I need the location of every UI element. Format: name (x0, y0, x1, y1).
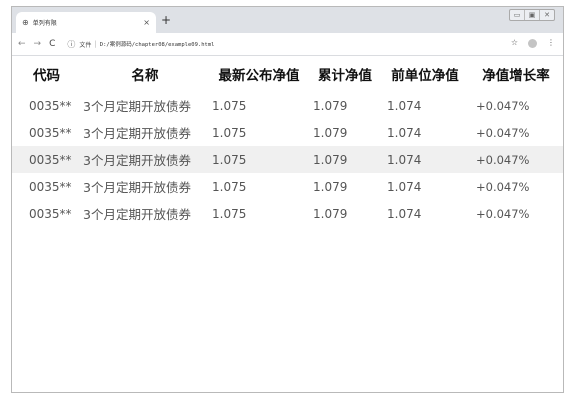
table-row-highlighted: 0035** 3个月定期开放债券 1.075 1.079 1.074 +0.04… (12, 146, 563, 173)
browser-tab[interactable]: ⊕ 单列有限 × (16, 12, 156, 33)
cell-cumulative-nav: 1.079 (313, 125, 348, 140)
cell-latest-nav: 1.075 (212, 206, 247, 221)
close-window-icon[interactable]: ✕ (539, 10, 554, 20)
info-icon[interactable]: ⓘ (67, 39, 75, 50)
toolbar-right: ☆ ⋮ (511, 38, 555, 48)
cell-previous-nav: 1.074 (381, 146, 469, 173)
header-cumulative-nav: 累计净值 (318, 68, 372, 84)
cell-name: 3个月定期开放债券 (83, 99, 191, 114)
menu-kebab-icon[interactable]: ⋮ (547, 38, 555, 47)
cell-growth-rate: +0.047% (469, 146, 563, 173)
cell-latest-nav: 1.075 (212, 179, 247, 194)
cell-cumulative-nav: 1.079 (313, 98, 348, 113)
table-row: 0035** 3个月定期开放债券 1.075 1.079 1.074 +0.04… (12, 173, 563, 200)
cell-growth-rate: +0.047% (476, 179, 530, 194)
table-row: 0035** 3个月定期开放债券 1.075 1.079 1.074 +0.04… (12, 200, 563, 227)
cell-code: 0035** (29, 179, 72, 194)
bookmark-star-icon[interactable]: ☆ (511, 38, 518, 47)
cell-name: 3个月定期开放债券 (83, 180, 191, 195)
url-separator: | (94, 40, 97, 48)
cell-name: 3个月定期开放债券 (83, 207, 191, 222)
cell-previous-nav: 1.074 (387, 98, 422, 113)
title-bar: ⊕ 单列有限 × + ▭ ▣ ✕ (12, 7, 563, 33)
cell-previous-nav: 1.074 (387, 179, 422, 194)
cell-cumulative-nav: 1.079 (313, 179, 348, 194)
forward-icon[interactable]: → (34, 39, 42, 49)
header-previous-nav: 前单位净值 (391, 68, 459, 84)
cell-latest-nav: 1.075 (212, 98, 247, 113)
cell-growth-rate: +0.047% (476, 98, 530, 113)
header-code: 代码 (33, 68, 60, 84)
reload-icon[interactable]: C (49, 39, 55, 49)
cell-latest-nav: 1.075 (209, 146, 309, 173)
back-icon[interactable]: ← (18, 39, 26, 49)
cell-name: 3个月定期开放债券 (83, 126, 191, 141)
url-field[interactable]: D:/案例源码/chapter08/example09.html (100, 40, 215, 48)
cell-cumulative-nav: 1.079 (309, 146, 381, 173)
cell-previous-nav: 1.074 (387, 206, 422, 221)
maximize-icon[interactable]: ▣ (524, 10, 539, 20)
new-tab-button[interactable]: + (161, 12, 171, 28)
browser-window: ⊕ 单列有限 × + ▭ ▣ ✕ ← → C ⓘ 文件 | D:/案例源码/ch… (11, 6, 564, 393)
window-controls: ▭ ▣ ✕ (509, 9, 555, 21)
cell-code: 0035** (29, 206, 72, 221)
cell-growth-rate: +0.047% (476, 125, 530, 140)
table-row: 0035** 3个月定期开放债券 1.075 1.079 1.074 +0.04… (12, 92, 563, 119)
table-row: 0035** 3个月定期开放债券 1.075 1.079 1.074 +0.04… (12, 119, 563, 146)
profile-avatar-icon[interactable] (528, 39, 537, 48)
header-name: 名称 (131, 68, 159, 84)
cell-code: 0035** (29, 98, 72, 113)
cell-latest-nav: 1.075 (212, 125, 247, 140)
table-header-row: 代码 名称 最新公布净值 累计净值 前单位净值 净值增长率 (12, 56, 563, 92)
cell-code: 0035** (12, 146, 81, 173)
globe-icon: ⊕ (22, 18, 29, 27)
header-latest-nav: 最新公布净值 (218, 68, 300, 84)
cell-previous-nav: 1.074 (387, 125, 422, 140)
fund-table: 代码 名称 最新公布净值 累计净值 前单位净值 净值增长率 0035** 3个月… (12, 56, 563, 227)
header-growth-rate: 净值增长率 (482, 68, 550, 84)
cell-cumulative-nav: 1.079 (313, 206, 348, 221)
url-scheme-label: 文件 (79, 41, 92, 49)
tab-title: 单列有限 (32, 20, 57, 27)
tab-close-icon[interactable]: × (143, 18, 150, 27)
cell-growth-rate: +0.047% (476, 206, 530, 221)
cell-name: 3个月定期开放债券 (81, 146, 209, 173)
address-bar: ← → C ⓘ 文件 | D:/案例源码/chapter08/example09… (12, 33, 563, 56)
minimize-icon[interactable]: ▭ (510, 10, 524, 20)
cell-code: 0035** (29, 125, 72, 140)
